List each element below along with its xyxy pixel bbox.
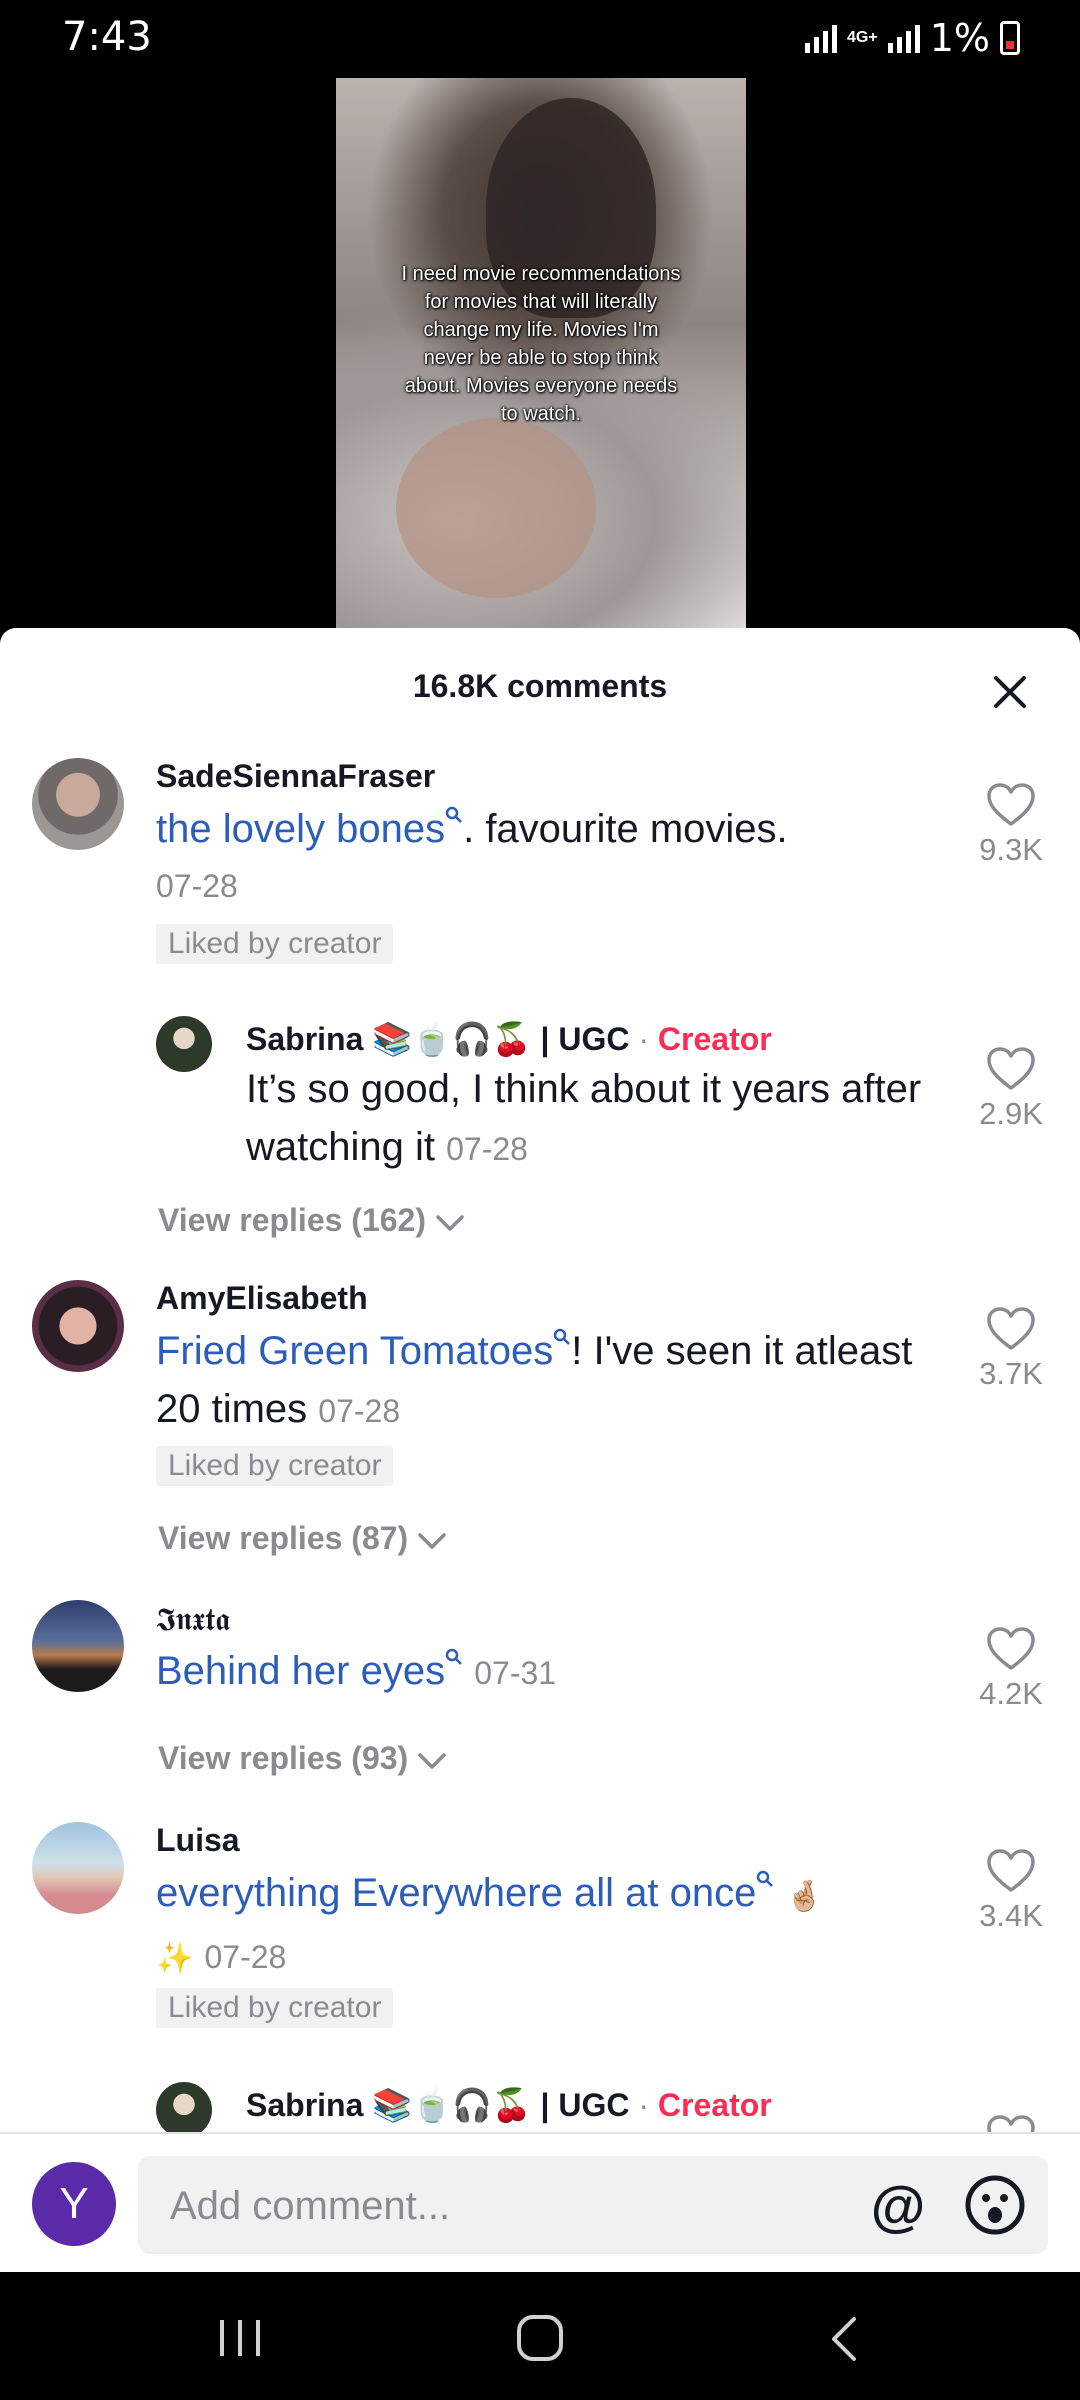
signal-icon bbox=[805, 23, 838, 53]
search-link[interactable]: Behind her eyes bbox=[156, 1649, 445, 1693]
network-type: 4G+ bbox=[847, 29, 878, 46]
avatar[interactable] bbox=[32, 1822, 124, 1914]
comment-username[interactable]: Sabrina 📚🍵🎧🍒 | UGC · Creator bbox=[246, 1020, 772, 1058]
user-avatar[interactable]: Y bbox=[32, 2162, 116, 2246]
battery-icon bbox=[1000, 21, 1020, 55]
comment-text-rest: . favourite movies. bbox=[463, 807, 788, 851]
search-icon bbox=[445, 1648, 462, 1665]
recents-icon[interactable] bbox=[210, 2316, 270, 2360]
chevron-down-icon bbox=[418, 1532, 446, 1549]
reply-text: It’s so good, I think about it years aft… bbox=[246, 1067, 922, 1169]
heart-icon bbox=[987, 783, 1035, 826]
like-button[interactable]: 3.4K bbox=[962, 1848, 1060, 1934]
avatar[interactable] bbox=[32, 758, 124, 850]
view-replies-button[interactable]: View replies (87) bbox=[158, 1520, 447, 1557]
search-link[interactable]: the lovely bones bbox=[156, 807, 445, 851]
like-button[interactable]: 3.7K bbox=[962, 1306, 1060, 1392]
like-count: 9.3K bbox=[979, 832, 1043, 867]
battery-percent: 1% bbox=[929, 16, 990, 60]
video-caption: I need movie recommendations for movies … bbox=[401, 263, 681, 425]
avatar[interactable] bbox=[156, 1016, 212, 1072]
search-icon bbox=[445, 806, 462, 823]
comment-username[interactable]: Sabrina 📚🍵🎧🍒 | UGC · Creator bbox=[246, 2086, 772, 2124]
like-count: 3.4K bbox=[979, 1898, 1043, 1933]
comment-text: Behind her eyes 07-31 bbox=[156, 1642, 946, 1702]
reply-username[interactable]: Sabrina 📚🍵🎧🍒 | UGC bbox=[246, 1021, 629, 1057]
comment-text: the lovely bones . favourite movies. bbox=[156, 800, 946, 858]
comments-sheet: 16.8K comments SadeSiennaFraser the love… bbox=[0, 628, 1080, 2272]
liked-by-creator-badge: Liked by creator bbox=[156, 1446, 394, 1486]
separator: · bbox=[638, 1021, 650, 1057]
avatar[interactable] bbox=[32, 1600, 124, 1692]
like-count: 3.7K bbox=[979, 1356, 1043, 1391]
creator-label: Creator bbox=[657, 2087, 772, 2123]
liked-by-creator-badge: Liked by creator bbox=[156, 1988, 394, 2028]
heart-icon bbox=[987, 1047, 1035, 1090]
search-link[interactable]: Fried Green Tomatoes bbox=[156, 1329, 553, 1373]
creator-label: Creator bbox=[657, 1021, 772, 1057]
like-count: 4.2K bbox=[979, 1676, 1043, 1711]
search-link[interactable]: everything Everywhere all at once bbox=[156, 1871, 756, 1915]
comment-input-bar: Y Add comment... @ bbox=[0, 2132, 1080, 2272]
comment-username[interactable]: 𝕴𝖓𝖝𝖙𝖆 bbox=[156, 1600, 230, 1639]
view-replies-button[interactable]: View replies (162) bbox=[158, 1202, 465, 1239]
heart-icon bbox=[987, 1849, 1035, 1892]
status-bar: 7:43 4G+ 1% bbox=[0, 0, 1080, 78]
close-icon[interactable] bbox=[990, 672, 1030, 712]
status-icons: 4G+ 1% bbox=[805, 16, 1020, 60]
comment-username[interactable]: Luisa bbox=[156, 1822, 240, 1859]
view-replies-button[interactable]: View replies (93) bbox=[158, 1740, 447, 1777]
search-icon bbox=[757, 1870, 774, 1887]
signal-icon-2 bbox=[887, 23, 920, 53]
video-preview[interactable]: I need movie recommendations for movies … bbox=[336, 78, 746, 628]
chevron-down-icon bbox=[418, 1752, 446, 1769]
fingers-crossed-emoji: 🤞🏼 bbox=[785, 1879, 823, 1914]
status-time: 7:43 bbox=[62, 14, 152, 60]
like-button[interactable]: 9.3K bbox=[962, 782, 1060, 868]
emoji-icon[interactable] bbox=[964, 2174, 1026, 2236]
heart-icon bbox=[987, 1307, 1035, 1350]
avatar[interactable] bbox=[156, 2082, 212, 2138]
comment-text: It’s so good, I think about it years aft… bbox=[246, 1060, 946, 1178]
comment-text: everything Everywhere all at once 🤞🏼 ✨ 0… bbox=[156, 1864, 946, 1988]
comment-date: 07-28 bbox=[204, 1939, 287, 1975]
comment-username[interactable]: SadeSiennaFraser bbox=[156, 758, 435, 795]
comment-text: Fried Green Tomatoes! I've seen it atlea… bbox=[156, 1322, 946, 1440]
like-count: 2.9K bbox=[979, 1096, 1043, 1131]
chevron-down-icon bbox=[436, 1214, 464, 1231]
reply-username[interactable]: Sabrina 📚🍵🎧🍒 | UGC bbox=[246, 2087, 629, 2123]
mention-button[interactable]: @ bbox=[868, 2176, 928, 2236]
comment-username[interactable]: AmyElisabeth bbox=[156, 1280, 368, 1317]
system-nav-bar bbox=[0, 2272, 1080, 2400]
comment-date: 07-31 bbox=[474, 1655, 557, 1691]
liked-by-creator-badge: Liked by creator bbox=[156, 924, 394, 964]
like-button[interactable]: 2.9K bbox=[962, 1046, 1060, 1132]
comment-input-placeholder: Add comment... bbox=[170, 2184, 451, 2228]
view-replies-label: View replies (162) bbox=[158, 1202, 426, 1238]
search-icon bbox=[553, 1328, 571, 1345]
comments-count-title: 16.8K comments bbox=[412, 668, 668, 704]
view-replies-label: View replies (87) bbox=[158, 1520, 409, 1556]
back-icon[interactable] bbox=[826, 2314, 862, 2364]
home-icon[interactable] bbox=[514, 2312, 566, 2364]
comment-input[interactable]: Add comment... @ bbox=[138, 2156, 1048, 2254]
comment-date: 07-28 bbox=[446, 1131, 528, 1167]
comment-date: 07-28 bbox=[318, 1393, 401, 1429]
heart-icon bbox=[987, 1627, 1035, 1670]
sparkles-emoji: ✨ bbox=[156, 1941, 194, 1976]
view-replies-label: View replies (93) bbox=[158, 1740, 409, 1776]
separator: · bbox=[638, 2087, 650, 2123]
like-button[interactable]: 4.2K bbox=[962, 1626, 1060, 1712]
avatar[interactable] bbox=[32, 1280, 124, 1372]
comment-date: 07-28 bbox=[156, 868, 238, 904]
